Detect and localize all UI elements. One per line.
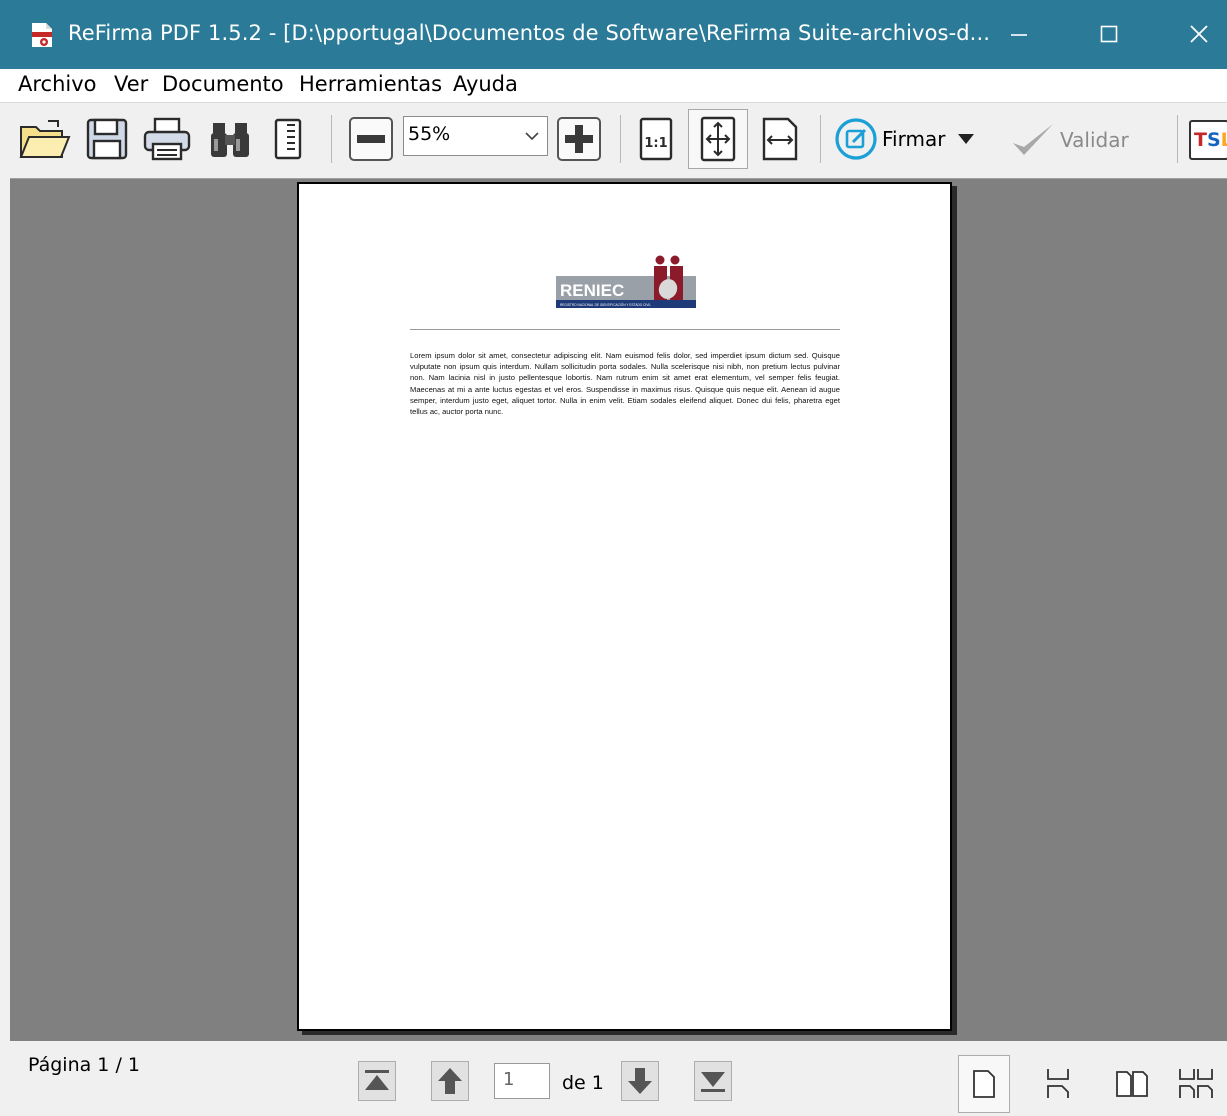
last-page-button[interactable] <box>694 1061 732 1101</box>
zoom-value: 55% <box>408 123 451 145</box>
caret-down-icon <box>958 134 975 144</box>
menu-ver[interactable]: Ver <box>114 72 148 96</box>
header-rule <box>410 329 840 330</box>
save-button[interactable] <box>82 113 132 165</box>
fit-page-button[interactable] <box>688 109 748 169</box>
firmar-label: Firmar <box>882 127 946 151</box>
continuous-facing-view-button[interactable] <box>1170 1055 1222 1113</box>
pdf-page: RENIEC REGISTRO NACIONAL DE IDENTIFICACI… <box>297 182 952 1031</box>
firmar-button[interactable]: Firmar <box>834 118 975 160</box>
previous-page-icon <box>438 1068 462 1094</box>
minimize-icon <box>1011 34 1027 36</box>
zoom-out-icon <box>349 117 393 161</box>
reniec-logo: RENIEC REGISTRO NACIONAL DE IDENTIFICACI… <box>556 255 696 308</box>
actual-size-icon: 1:1 <box>639 117 673 161</box>
chevron-down-icon <box>525 132 539 141</box>
tsl-button[interactable]: TSL <box>1189 120 1227 160</box>
previous-page-button[interactable] <box>431 1061 469 1101</box>
status-bar: Página 1 / 1 1 de 1 <box>0 1041 1227 1116</box>
actual-size-label: 1:1 <box>644 136 667 151</box>
validar-button[interactable]: Validar <box>1010 121 1129 159</box>
zoom-select[interactable]: 55% <box>403 116 548 156</box>
binoculars-icon <box>211 123 249 157</box>
minimize-button[interactable] <box>996 14 1042 54</box>
refirma-app-icon <box>32 23 52 47</box>
continuous-page-icon <box>1047 1069 1069 1098</box>
validar-label: Validar <box>1060 128 1129 152</box>
maximize-icon <box>1100 25 1118 43</box>
continuous-facing-icon <box>1179 1069 1213 1098</box>
toolbar-separator <box>620 115 621 163</box>
page-indicator: Página 1 / 1 <box>28 1054 140 1076</box>
document-properties-icon <box>274 118 302 160</box>
single-page-icon <box>973 1070 995 1098</box>
next-page-icon <box>628 1068 652 1094</box>
menu-bar: Archivo Ver Documento Herramientas Ayuda <box>0 69 1227 103</box>
last-page-icon <box>701 1072 725 1092</box>
document-body-text: Lorem ipsum dolor sit amet, consectetur … <box>410 351 840 417</box>
toolbar-separator <box>1177 115 1178 163</box>
maximize-button[interactable] <box>1086 14 1132 54</box>
first-page-icon <box>365 1070 389 1090</box>
print-icon <box>143 117 191 161</box>
print-button[interactable] <box>140 113 194 165</box>
reniec-logo-subtext: REGISTRO NACIONAL DE IDENTIFICACIÓN Y ES… <box>560 302 651 307</box>
zoom-out-button[interactable] <box>346 113 396 165</box>
continuous-page-view-button[interactable] <box>1032 1055 1084 1113</box>
tsl-label: TSL <box>1194 129 1227 151</box>
properties-button[interactable] <box>268 113 308 165</box>
open-button[interactable] <box>16 113 74 165</box>
first-page-button[interactable] <box>358 1061 396 1101</box>
toolbar-separator <box>820 115 821 163</box>
page-total: de 1 <box>562 1072 604 1094</box>
close-button[interactable] <box>1176 14 1222 54</box>
menu-documento[interactable]: Documento <box>162 72 284 96</box>
fit-width-icon <box>762 117 798 161</box>
checkmark-icon <box>1013 124 1053 155</box>
fit-width-button[interactable] <box>758 113 802 165</box>
zoom-in-button[interactable] <box>554 113 604 165</box>
menu-ayuda[interactable]: Ayuda <box>453 72 518 96</box>
reniec-logo-text: RENIEC <box>560 281 624 300</box>
actual-size-button[interactable]: 1:1 <box>634 113 678 165</box>
single-page-view-button[interactable] <box>958 1055 1010 1113</box>
sign-icon <box>835 118 877 160</box>
close-icon <box>1190 25 1208 43</box>
facing-pages-icon <box>1116 1071 1148 1097</box>
window-title: ReFirma PDF 1.5.2 - [D:\pportugal\Docume… <box>68 21 991 45</box>
facing-pages-view-button[interactable] <box>1106 1055 1158 1113</box>
fit-page-icon <box>700 116 736 162</box>
save-icon <box>86 118 128 160</box>
title-bar: ReFirma PDF 1.5.2 - [D:\pportugal\Docume… <box>0 0 1227 69</box>
zoom-in-icon <box>557 117 601 161</box>
next-page-button[interactable] <box>621 1061 659 1101</box>
menu-archivo[interactable]: Archivo <box>18 72 97 96</box>
open-folder-icon <box>19 120 71 158</box>
toolbar-separator <box>331 115 332 163</box>
page-number-input[interactable]: 1 <box>494 1063 550 1099</box>
menu-herramientas[interactable]: Herramientas <box>299 72 442 96</box>
search-button[interactable] <box>206 113 254 165</box>
